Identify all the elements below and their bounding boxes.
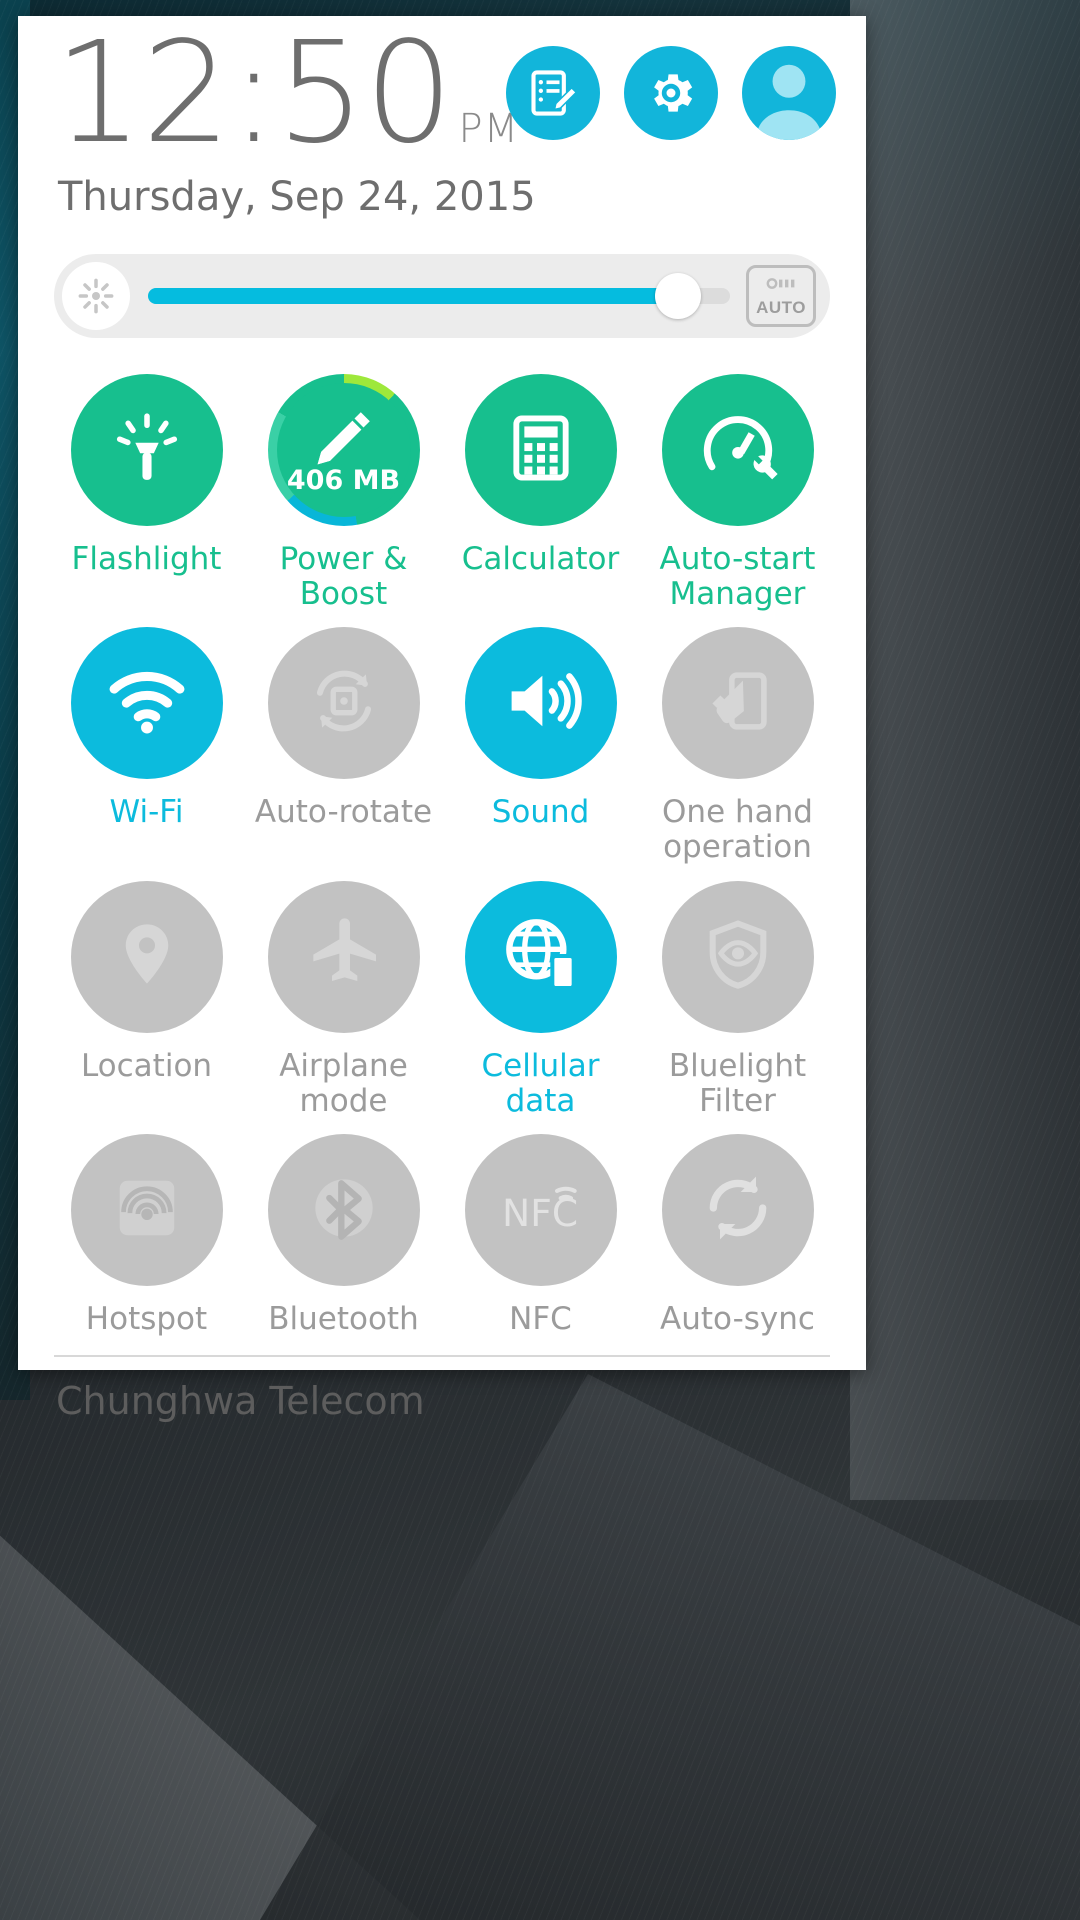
tile-label: Power & Boost: [279, 541, 408, 612]
tile-cellular-data[interactable]: Cellular data: [442, 867, 639, 1118]
tile-label: Sound: [491, 794, 590, 831]
tile-auto-start-manager[interactable]: Auto-start Manager: [639, 360, 836, 611]
flashlight-icon: [108, 409, 186, 492]
auto-brightness-button[interactable]: AUTO: [746, 265, 816, 327]
panel-footer: Chunghwa Telecom: [18, 1355, 866, 1423]
tile-auto-rotate[interactable]: Auto-rotate: [245, 613, 442, 864]
tile-one-hand-operation[interactable]: One hand operation: [639, 613, 836, 866]
tile-label: Calculator: [461, 541, 620, 577]
tile-label: Flashlight: [71, 541, 222, 577]
tile-icon-circle[interactable]: [661, 627, 814, 780]
cellular-data-icon: [501, 914, 581, 999]
date-text: Thursday, Sep 24, 2015: [58, 174, 536, 220]
tile-hotspot[interactable]: Hotspot: [48, 1120, 245, 1337]
tile-label: Wi-Fi: [109, 794, 184, 831]
tile-icon-circle[interactable]: [70, 627, 223, 780]
tile-label: Auto-rotate: [254, 794, 433, 831]
tile-label: Bluetooth: [268, 1301, 419, 1338]
wifi-icon: [105, 659, 189, 748]
tile-label: Bluelight Filter: [668, 1047, 807, 1119]
gear-icon: [644, 66, 698, 120]
clock-block: 12:50 PM Thursday, Sep 24, 2015: [54, 24, 536, 221]
avatar-icon: [742, 46, 836, 140]
quick-settings-tile-grid: Flashlight 406 MB Power & Boost Calculat…: [18, 338, 866, 1337]
tile-bluetooth[interactable]: Bluetooth: [245, 1120, 442, 1337]
sound-icon: [500, 660, 582, 747]
tile-icon-circle[interactable]: 406 MB: [267, 374, 420, 526]
quick-memo-button[interactable]: [506, 46, 600, 140]
brightness-sun-icon: [62, 262, 130, 330]
tile-icon-circle[interactable]: [267, 1134, 420, 1287]
brightness-thumb[interactable]: [654, 273, 701, 319]
tile-icon-circle[interactable]: [267, 880, 420, 1033]
tile-label: Auto-sync: [660, 1301, 815, 1338]
tile-calculator[interactable]: Calculator: [442, 360, 639, 611]
hotspot-icon: [109, 1170, 185, 1251]
brightness-slider-row[interactable]: AUTO: [54, 254, 830, 338]
airplane-icon: [304, 914, 384, 999]
calculator-icon: [504, 411, 578, 490]
tile-label: One hand operation: [662, 794, 813, 866]
tile-bluelight-filter[interactable]: Bluelight Filter: [639, 867, 836, 1118]
tile-location[interactable]: Location: [48, 867, 245, 1118]
tile-airplane-mode[interactable]: Airplane mode: [245, 867, 442, 1118]
boost-memory-badge: 406 MB: [286, 465, 401, 496]
tile-icon-circle[interactable]: [464, 880, 617, 1033]
notepad-edit-icon: [527, 67, 579, 119]
tile-nfc[interactable]: NFC NFC: [442, 1120, 639, 1337]
auto-brightness-icon: [764, 275, 798, 297]
tile-icon-circle[interactable]: [70, 1134, 223, 1287]
nfc-icon: NFC: [497, 1164, 585, 1257]
tile-icon-circle[interactable]: [267, 627, 420, 780]
tile-label: NFC: [509, 1301, 572, 1338]
tile-label: Hotspot: [85, 1301, 208, 1338]
user-profile-button[interactable]: [742, 46, 836, 140]
tile-label: Auto-start Manager: [659, 541, 816, 612]
one-hand-icon: [701, 664, 775, 743]
tile-wifi[interactable]: Wi-Fi: [48, 613, 245, 864]
bluelight-shield-icon: [700, 916, 776, 997]
clock-time: 12:50: [54, 12, 453, 175]
tile-icon-circle[interactable]: [661, 1134, 814, 1287]
carrier-label: Chunghwa Telecom: [56, 1379, 425, 1424]
tile-icon-circle[interactable]: NFC: [464, 1134, 617, 1287]
tile-flashlight[interactable]: Flashlight: [48, 360, 245, 611]
location-pin-icon: [110, 917, 184, 996]
tile-auto-sync[interactable]: Auto-sync: [639, 1120, 836, 1337]
quick-settings-panel: 12:50 PM Thursday, Sep 24, 2015 AUTO Fla…: [18, 16, 866, 1423]
auto-sync-icon: [698, 1168, 778, 1253]
tile-icon-circle[interactable]: [464, 627, 617, 780]
brightness-track[interactable]: [148, 273, 730, 319]
tile-icon-circle[interactable]: [70, 880, 223, 1033]
panel-header: 12:50 PM Thursday, Sep 24, 2015: [18, 16, 866, 254]
tile-icon-circle[interactable]: [661, 374, 814, 526]
tile-label: Cellular data: [481, 1047, 600, 1119]
tile-icon-circle[interactable]: [661, 880, 814, 1033]
autostart-gauge-icon: [697, 407, 779, 494]
tile-label: Airplane mode: [279, 1047, 408, 1119]
brightness-fill: [148, 288, 678, 304]
auto-brightness-label: AUTO: [756, 297, 806, 317]
auto-rotate-icon: [306, 663, 382, 744]
settings-button[interactable]: [624, 46, 718, 140]
tile-icon-circle[interactable]: [70, 374, 223, 526]
tile-power-and-boost[interactable]: 406 MB Power & Boost: [245, 360, 442, 611]
header-actions: [506, 46, 836, 140]
bluetooth-icon: [304, 1168, 384, 1253]
tile-icon-circle[interactable]: [464, 374, 617, 526]
clock: 12:50 PM: [54, 24, 536, 164]
tile-sound[interactable]: Sound: [442, 613, 639, 864]
tile-label: Location: [80, 1047, 213, 1084]
